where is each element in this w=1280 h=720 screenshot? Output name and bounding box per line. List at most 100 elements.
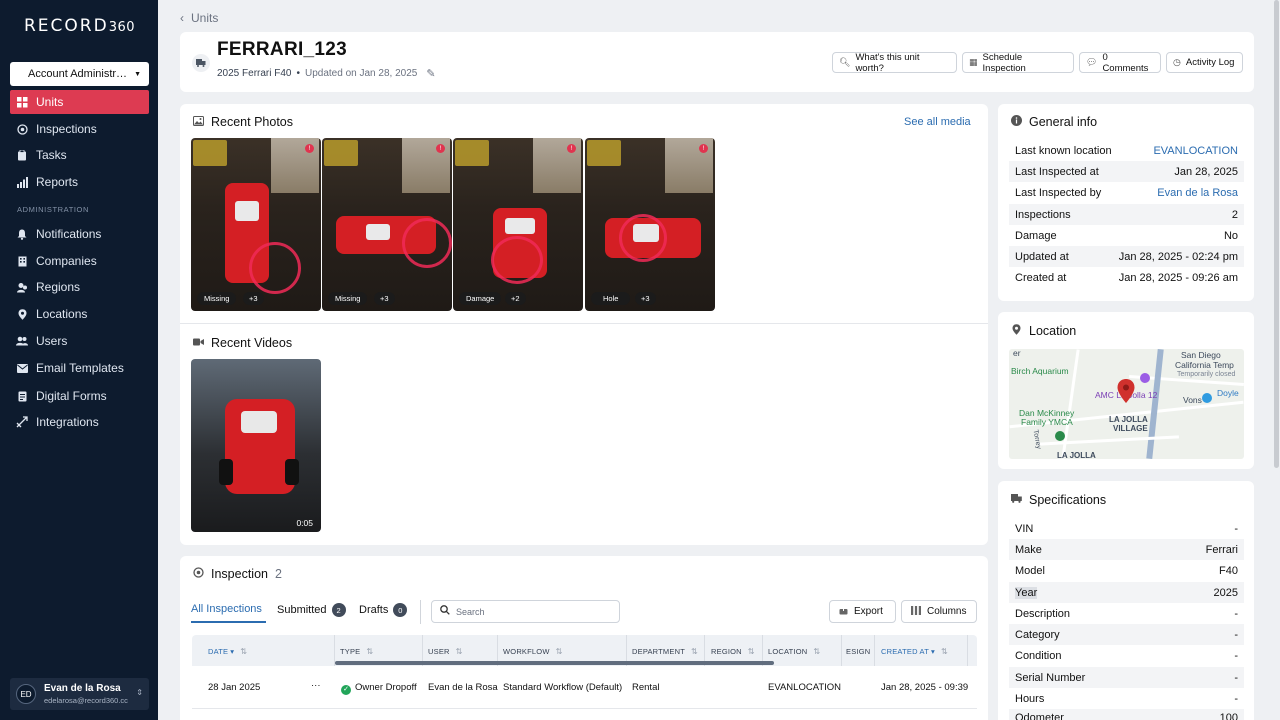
- map-label: Family YMCA: [1021, 417, 1073, 427]
- sort-desc-icon: ▾: [230, 647, 235, 656]
- column-header-esign[interactable]: ESIGN: [846, 647, 870, 656]
- pencil-icon[interactable]: ✎: [426, 67, 435, 80]
- search-input[interactable]: Search: [431, 600, 620, 623]
- column-header-created-at[interactable]: CREATED AT ▾ ⇅: [881, 647, 948, 656]
- spec-label: Description: [1015, 607, 1071, 620]
- user-email: edelarosa@record360.cc: [44, 696, 128, 705]
- spec-label: Model: [1015, 564, 1045, 577]
- spec-row-description: Description -: [1009, 603, 1244, 624]
- column-header-workflow[interactable]: WORKFLOW ⇅: [503, 647, 563, 656]
- spec-value: -: [1234, 607, 1238, 620]
- location-title: Location: [1010, 324, 1076, 338]
- spec-label: Odometer: [1015, 712, 1064, 720]
- user-menu[interactable]: ED Evan de la Rosa edelarosa@record360.c…: [10, 678, 149, 710]
- sort-icon: ⇅: [455, 647, 463, 656]
- form-icon: [16, 390, 28, 402]
- sidebar-item-locations[interactable]: Locations: [10, 302, 149, 326]
- column-header-date[interactable]: DATE ▾ ⇅: [208, 647, 247, 656]
- spec-row-make: Make Ferrari: [1009, 539, 1244, 560]
- comments-label: 0 Comments: [1102, 51, 1149, 74]
- tab-submitted[interactable]: Submitted 2: [277, 603, 346, 617]
- schedule-inspection-button[interactable]: ▦ Schedule Inspection: [962, 52, 1074, 74]
- sidebar-item-regions[interactable]: Regions: [10, 275, 149, 299]
- column-separator: [874, 635, 875, 666]
- image-icon: [192, 115, 204, 129]
- sidebar-item-digital-forms[interactable]: Digital Forms: [10, 384, 149, 408]
- mail-icon: [16, 362, 28, 374]
- general-info-title: General info: [1010, 115, 1097, 129]
- comments-button[interactable]: 💬︎ 0 Comments: [1079, 51, 1161, 74]
- column-header-type[interactable]: TYPE ⇅: [340, 647, 373, 656]
- bar-chart-icon: [16, 176, 28, 188]
- tab-all-inspections[interactable]: All Inspections: [191, 603, 262, 615]
- video-duration: 0:05: [296, 518, 313, 528]
- map-pin-icon[interactable]: [1117, 379, 1135, 406]
- alert-icon: !: [305, 144, 314, 153]
- inspections-label: Inspection: [211, 567, 268, 581]
- breadcrumb[interactable]: ‹ Units: [180, 11, 218, 25]
- info-icon: [1010, 115, 1022, 129]
- sidebar-item-label: Regions: [36, 280, 81, 294]
- inspector-link[interactable]: Evan de la Rosa: [1157, 187, 1238, 199]
- sidebar-item-label: Integrations: [36, 415, 99, 429]
- info-value: Jan 28, 2025 - 09:26 am: [1118, 271, 1238, 284]
- sidebar-item-tasks[interactable]: Tasks: [10, 143, 149, 167]
- tab-label: Drafts: [359, 604, 389, 616]
- spec-label: Year: [1015, 586, 1038, 599]
- column-header-label: ESIGN: [846, 647, 871, 656]
- specifications-title: Specifications: [1010, 493, 1106, 507]
- cell-location: EVANLOCATION: [768, 682, 842, 693]
- sidebar-item-units[interactable]: Units: [10, 90, 149, 114]
- column-header-region[interactable]: REGION ⇅: [711, 647, 755, 656]
- sort-icon: ⇅: [747, 647, 755, 656]
- row-menu-icon[interactable]: ···: [311, 680, 321, 691]
- spec-row-model: Model F40: [1009, 560, 1244, 581]
- info-label: Created at: [1015, 271, 1067, 284]
- column-header-location[interactable]: LOCATION ⇅: [768, 647, 820, 656]
- see-all-media-link[interactable]: See all media: [904, 116, 971, 128]
- sidebar-item-companies[interactable]: Companies: [10, 249, 149, 273]
- cell-department: Rental: [632, 682, 660, 693]
- target-icon: [16, 123, 28, 135]
- column-separator: [967, 635, 968, 666]
- count-badge: 2: [331, 603, 346, 617]
- page-scrollbar[interactable]: [1274, 0, 1279, 468]
- sidebar-item-reports[interactable]: Reports: [10, 170, 149, 194]
- column-header-department[interactable]: DEPARTMENT ⇅: [632, 647, 698, 656]
- table-horizontal-scrollbar[interactable]: [335, 661, 774, 665]
- sidebar-item-notifications[interactable]: Notifications: [10, 222, 149, 246]
- account-selector[interactable]: Account Administr… ▼: [10, 62, 149, 86]
- sidebar-item-integrations[interactable]: Integrations: [10, 410, 149, 434]
- photo-thumbnail-3[interactable]: ! Damage +2: [453, 138, 583, 311]
- location-map[interactable]: er Birch Aquarium San Diego California T…: [1009, 349, 1244, 459]
- photo-thumbnail-2[interactable]: ! Missing +3: [322, 138, 452, 311]
- sidebar-item-label: Tasks: [36, 148, 67, 162]
- unit-header-card: FERRARI_123 2025 Ferrari F40 • Updated o…: [180, 32, 1254, 92]
- info-label: Last Inspected by: [1015, 186, 1102, 199]
- photo-thumbnail-4[interactable]: ! Hole +3: [585, 138, 715, 311]
- tab-drafts[interactable]: Drafts 0: [359, 603, 408, 617]
- column-header-user[interactable]: USER ⇅: [428, 647, 463, 656]
- sidebar-item-users[interactable]: Users: [10, 329, 149, 353]
- activity-log-button[interactable]: ◷ Activity Log: [1166, 52, 1243, 73]
- video-thumbnail-1[interactable]: 0:05: [191, 359, 321, 532]
- columns-button[interactable]: Columns: [901, 600, 977, 623]
- specifications-label: Specifications: [1029, 493, 1107, 507]
- calendar-icon: ▦: [969, 57, 978, 67]
- sort-icon: ⇅: [940, 647, 948, 656]
- record360-logo[interactable]: RECORD360: [24, 16, 135, 36]
- account-selector-label: Account Administr…: [28, 68, 128, 80]
- sidebar-item-email-templates[interactable]: Email Templates: [10, 356, 149, 380]
- clipboard-icon: [16, 149, 28, 161]
- row-divider: [192, 708, 977, 709]
- photo-background: [587, 140, 621, 166]
- alert-icon: !: [567, 144, 576, 153]
- sidebar-item-inspections[interactable]: Inspections: [10, 117, 149, 141]
- export-button[interactable]: Export: [829, 600, 896, 623]
- location-link[interactable]: EVANLOCATION: [1153, 145, 1238, 157]
- map-label: Torrey: [1031, 429, 1042, 450]
- photo-tag: Damage: [459, 292, 502, 305]
- unit-worth-button[interactable]: 🔍︎ What's this unit worth?: [832, 52, 957, 74]
- photo-thumbnail-1[interactable]: ! Missing +3: [191, 138, 321, 311]
- truck-icon: [192, 54, 210, 72]
